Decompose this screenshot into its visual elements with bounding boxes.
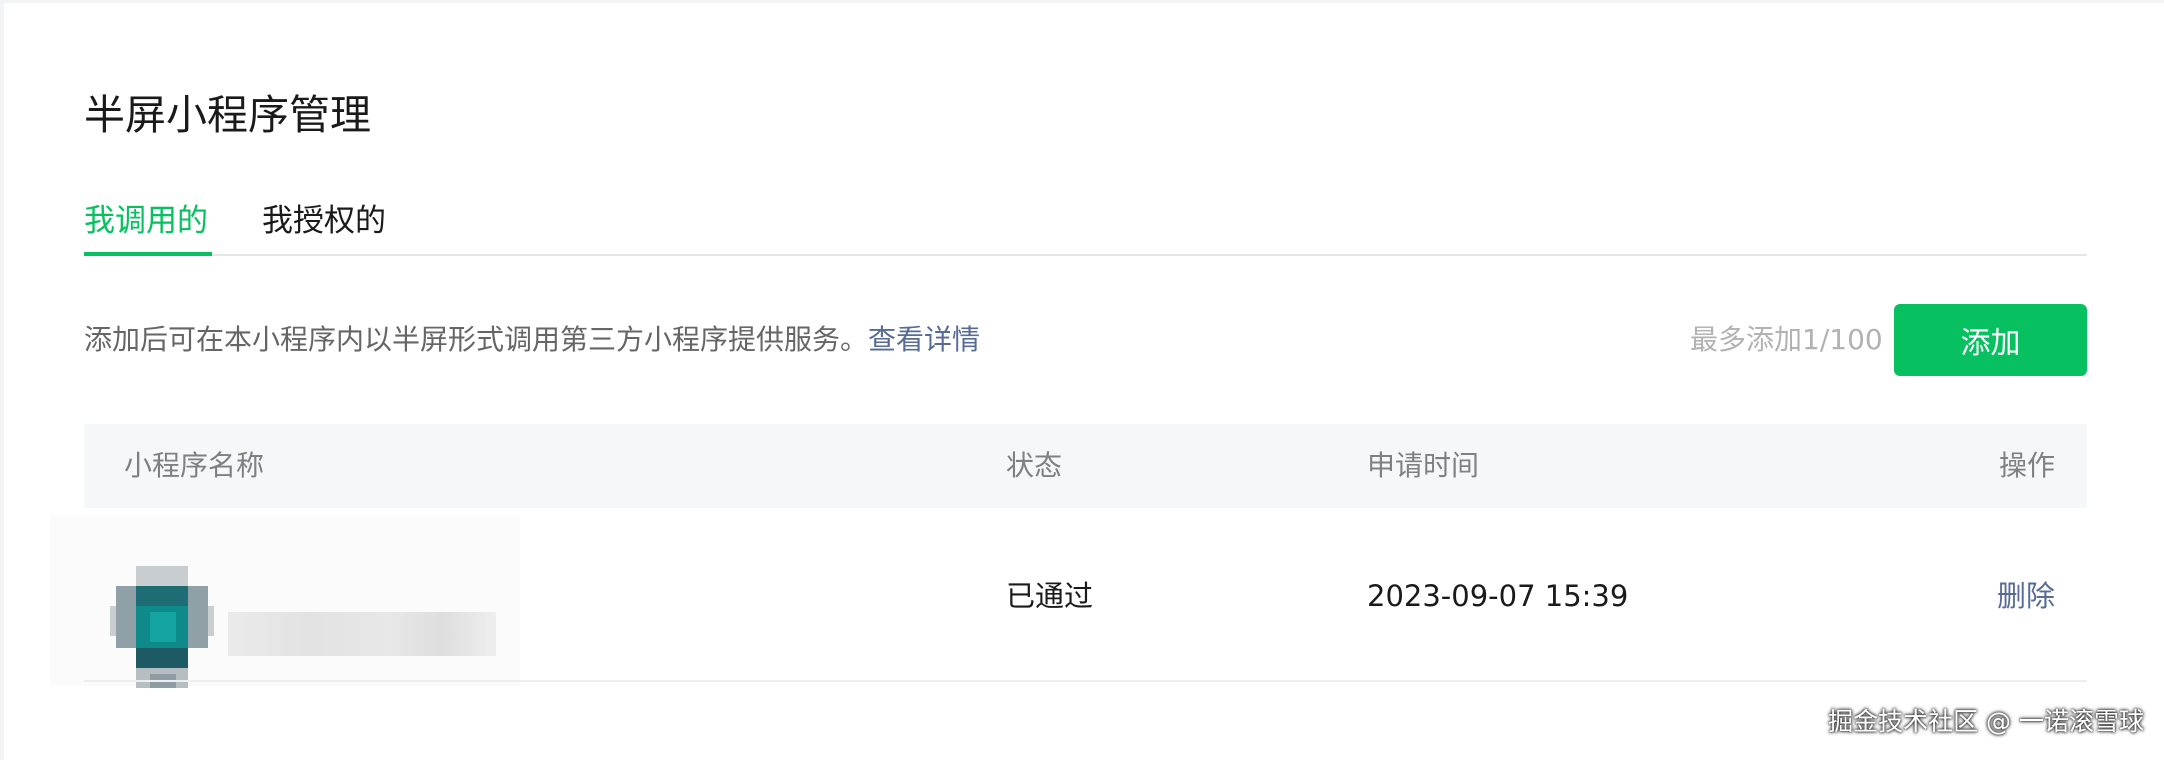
delete-link[interactable]: 删除 [1997, 510, 2055, 682]
tab-my-calls[interactable]: 我调用的 [84, 196, 208, 246]
column-header-time: 申请时间 [1367, 449, 1480, 482]
add-limit-counter: 最多添加1/100 [1690, 323, 1883, 356]
app-name-cell [50, 516, 520, 688]
description: 添加后可在本小程序内以半屏形式调用第三方小程序提供服务。查看详情 [84, 318, 980, 362]
tab-my-authorizations[interactable]: 我授权的 [262, 196, 386, 246]
tab-bar: 我调用的 我授权的 [84, 196, 2087, 256]
page-frame: 半屏小程序管理 我调用的 我授权的 添加后可在本小程序内以半屏形式调用第三方小程… [0, 0, 2164, 760]
page-title: 半屏小程序管理 [84, 91, 371, 139]
table-row: 已通过 2023-09-07 15:39 删除 [50, 510, 2087, 688]
table-header: 小程序名称 状态 申请时间 操作 [84, 424, 2087, 508]
add-button[interactable]: 添加 [1894, 304, 2087, 376]
app-name-blurred [228, 612, 496, 656]
frame-edge [0, 0, 2164, 3]
description-text: 添加后可在本小程序内以半屏形式调用第三方小程序提供服务。 [84, 323, 869, 356]
active-tab-indicator [84, 252, 212, 256]
column-header-operation: 操作 [1998, 449, 2055, 482]
apply-time-cell: 2023-09-07 15:39 [1367, 579, 1629, 613]
watermark: 掘金技术社区 @ 一诺滚雪球 [1828, 707, 2144, 736]
column-header-status: 状态 [1006, 449, 1063, 482]
column-header-name: 小程序名称 [124, 449, 265, 482]
tab-divider [84, 254, 2087, 256]
view-details-link[interactable]: 查看详情 [868, 323, 980, 356]
app-avatar-icon [110, 566, 214, 688]
status-cell: 已通过 [1006, 579, 1094, 613]
frame-edge [0, 0, 4, 760]
row-divider [84, 680, 2087, 682]
